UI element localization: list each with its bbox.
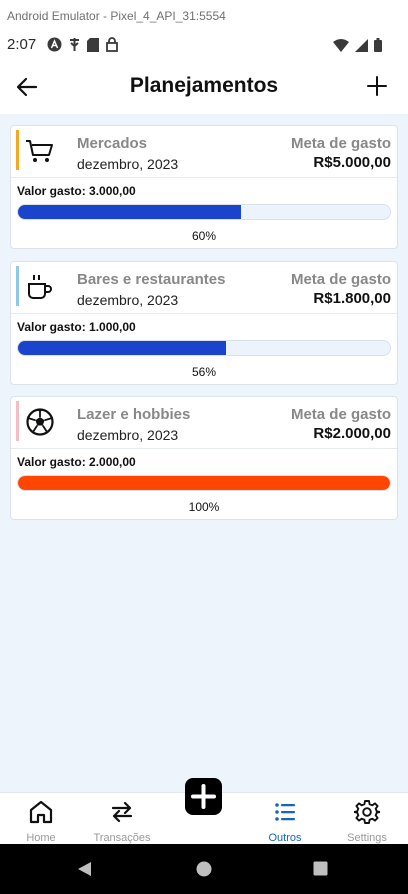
nav-item-home[interactable]: Home <box>0 793 82 845</box>
category-name: Mercados <box>77 135 148 152</box>
category-accent <box>16 401 19 441</box>
progress-fill <box>18 476 390 490</box>
lock-icon <box>106 37 118 52</box>
emulator-title: Android Emulator - Pixel_4_API_31:5554 <box>0 0 408 30</box>
nav-label: Transações <box>93 832 151 844</box>
goal-value: R$5.000,00 <box>313 154 391 171</box>
app-bar: Planejamentos <box>0 60 408 114</box>
nav-item-settings[interactable]: Settings <box>326 793 408 845</box>
card-divider <box>11 448 397 449</box>
soccer-ball-icon <box>26 408 54 436</box>
recents-square-icon[interactable] <box>313 861 328 876</box>
planning-list: Mercados dezembro, 2023 Meta de gasto R$… <box>0 114 408 792</box>
add-transaction-button[interactable] <box>185 778 222 815</box>
status-time: 2:07 <box>7 36 37 53</box>
goal-value: R$1.800,00 <box>313 290 391 307</box>
category-date: dezembro, 2023 <box>77 292 179 308</box>
progress-fill <box>18 205 242 219</box>
category-accent <box>16 266 19 306</box>
planning-card[interactable]: Bares e restaurantes dezembro, 2023 Meta… <box>10 261 398 385</box>
planning-card[interactable]: Lazer e hobbies dezembro, 2023 Meta de g… <box>10 396 398 520</box>
planning-card[interactable]: Mercados dezembro, 2023 Meta de gasto R$… <box>10 125 398 249</box>
category-name: Bares e restaurantes <box>77 271 226 288</box>
back-triangle-icon[interactable] <box>77 861 92 877</box>
plus-icon[interactable] <box>366 75 388 97</box>
progress-bar <box>17 340 391 356</box>
goal-label: Meta de gasto <box>290 406 391 423</box>
system-navigation-bar <box>0 844 408 894</box>
coffee-cup-icon <box>28 275 52 299</box>
nav-item-transacoes[interactable]: Transações <box>81 793 163 845</box>
goal-label: Meta de gasto <box>290 271 391 288</box>
notification-a-icon <box>47 37 62 52</box>
status-right-icons <box>333 38 382 52</box>
wifi-icon <box>333 38 349 52</box>
nav-label: Settings <box>347 832 387 844</box>
status-left-icons <box>47 37 118 52</box>
category-date: dezembro, 2023 <box>77 156 179 172</box>
nav-label: Home <box>26 832 56 844</box>
card-divider <box>11 177 397 178</box>
nav-item-outros[interactable]: Outros <box>244 793 326 845</box>
category-name: Lazer e hobbies <box>77 406 191 423</box>
category-date: dezembro, 2023 <box>77 427 179 443</box>
sd-card-icon <box>87 37 99 52</box>
goal-label: Meta de gasto <box>290 135 391 152</box>
spent-value: Valor gasto: 2.000,00 <box>17 455 136 469</box>
spent-value: Valor gasto: 1.000,00 <box>17 320 136 334</box>
progress-percent: 56% <box>191 365 217 379</box>
list-icon <box>275 803 295 821</box>
goal-value: R$2.000,00 <box>313 425 391 442</box>
progress-percent: 60% <box>191 229 217 243</box>
card-divider <box>11 313 397 314</box>
category-accent <box>16 130 19 170</box>
transfer-arrows-icon <box>111 801 133 823</box>
home-icon <box>29 800 53 824</box>
usb-icon <box>70 38 79 51</box>
home-circle-icon[interactable] <box>196 861 212 877</box>
progress-fill <box>18 341 227 355</box>
plus-icon <box>191 784 216 809</box>
progress-percent: 100% <box>188 500 220 514</box>
shopping-cart-icon <box>26 140 53 162</box>
spent-value: Valor gasto: 3.000,00 <box>17 184 136 198</box>
signal-icon <box>355 38 368 52</box>
gear-icon <box>354 800 380 824</box>
battery-icon <box>374 38 382 52</box>
progress-bar <box>17 204 391 220</box>
status-bar: 2:07 <box>0 30 408 60</box>
page-title: Planejamentos <box>129 74 279 97</box>
nav-label: Outros <box>268 832 302 844</box>
progress-bar <box>17 475 391 491</box>
